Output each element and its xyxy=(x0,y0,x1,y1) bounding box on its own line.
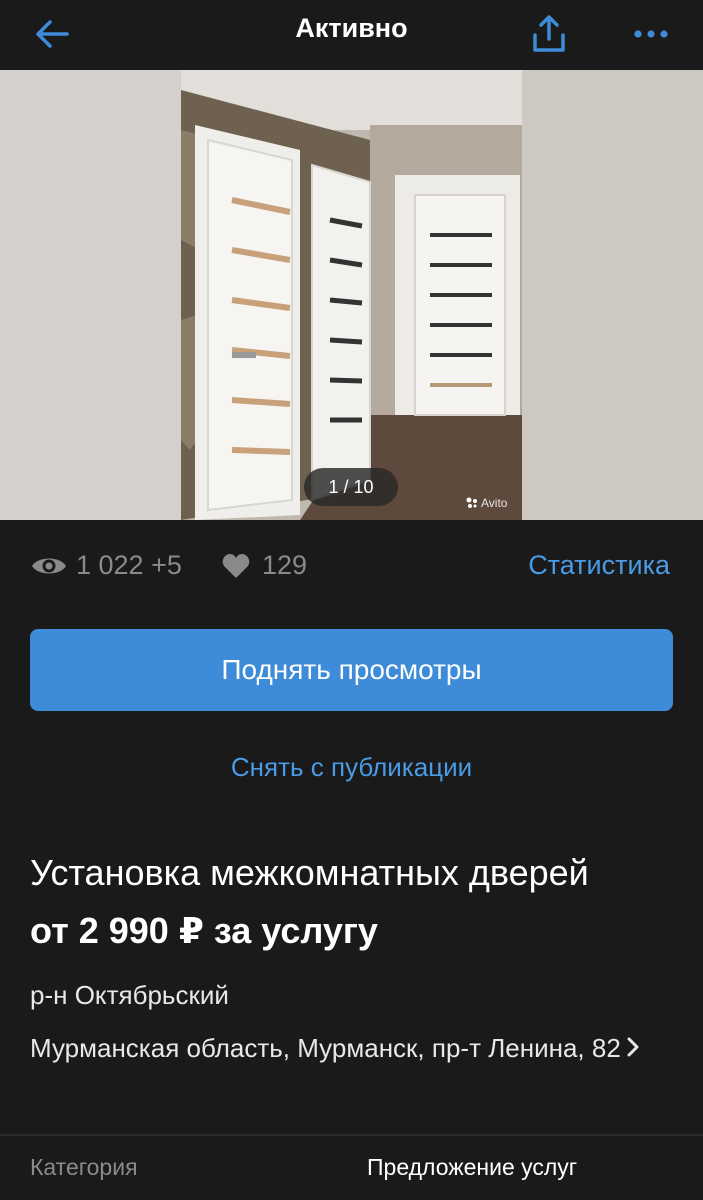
watermark: Avito xyxy=(466,496,507,510)
eye-icon xyxy=(32,558,66,573)
category-label: Категория xyxy=(30,1154,138,1180)
listing-photo xyxy=(0,70,703,520)
listing-price: от 2 990 ₽ за услугу xyxy=(30,910,378,951)
promote-button[interactable]: Поднять просмотры xyxy=(30,629,673,711)
share-button[interactable] xyxy=(525,10,573,58)
statistics-link[interactable]: Статистика xyxy=(528,550,670,581)
more-icon xyxy=(634,30,668,38)
likes-stat: 129 xyxy=(222,550,307,581)
avito-logo-icon xyxy=(466,497,477,508)
likes-count: 129 xyxy=(262,550,308,580)
share-icon xyxy=(533,15,565,52)
unpublish-link[interactable]: Снять с публикации xyxy=(0,752,703,783)
listing-title: Установка межкомнатных дверей xyxy=(30,852,589,893)
listing-district: р-н Октябрьский xyxy=(30,980,229,1010)
divider xyxy=(0,1134,703,1136)
more-button[interactable] xyxy=(627,10,675,58)
photo-counter: 1 / 10 xyxy=(304,468,398,506)
top-bar: Активно xyxy=(0,0,703,70)
heart-icon xyxy=(222,553,250,578)
views-count: 1 022 +5 xyxy=(76,550,182,580)
views-stat: 1 022 +5 xyxy=(30,550,182,581)
chevron-right-icon xyxy=(627,1037,639,1057)
category-value: Предложение услуг xyxy=(367,1154,578,1180)
watermark-text: Avito xyxy=(481,496,508,510)
page-title: Активно xyxy=(295,13,408,43)
listing-address: Мурманская область, Мурманск, пр-т Ленин… xyxy=(30,1033,621,1063)
photo-gallery[interactable] xyxy=(0,70,703,520)
listing-address-link[interactable]: Мурманская область, Мурманск, пр-т Ленин… xyxy=(30,1028,680,1068)
stats-row: 1 022 +5 129 Статистика xyxy=(0,540,703,596)
